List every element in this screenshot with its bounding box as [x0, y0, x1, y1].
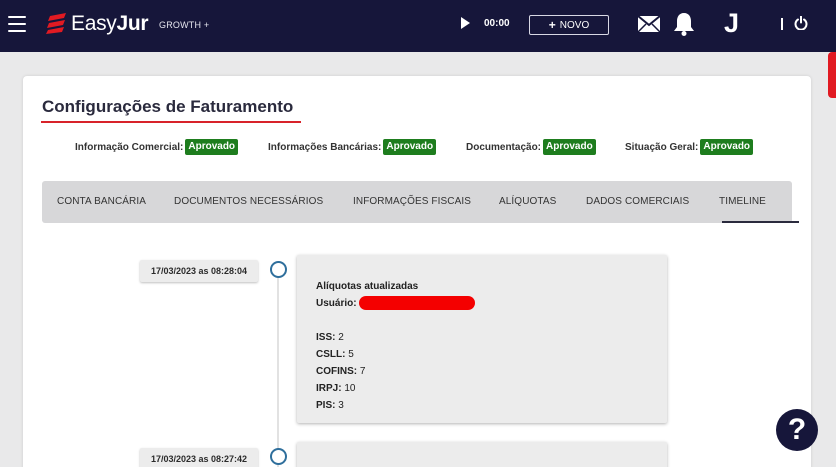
status-overall: Situação Geral: Aprovado — [625, 137, 754, 157]
timeline-timestamp: 17/03/2023 as 08:27:42 — [140, 448, 258, 467]
timeline-line — [277, 275, 279, 467]
side-feedback-tab[interactable] — [828, 52, 836, 98]
event-item: ISS: 2 — [316, 329, 648, 346]
status-label: Situação Geral: — [625, 141, 699, 153]
logo-icon — [46, 13, 66, 34]
user-avatar[interactable]: J — [724, 8, 739, 39]
timeline-timestamp: 17/03/2023 as 08:28:04 — [140, 260, 258, 282]
status-badge: Aprovado — [383, 139, 437, 155]
brand-bold: Jur — [116, 12, 149, 35]
item-key: CSLL: — [316, 349, 346, 360]
event-user: Usuário: — [316, 295, 648, 312]
new-button-label: NOVO — [559, 19, 590, 31]
item-key: IRPJ: — [316, 383, 342, 394]
help-button[interactable]: ? — [776, 409, 818, 451]
item-key: PIS: — [316, 400, 336, 411]
tab-required-documents[interactable]: DOCUMENTOS NECESSÁRIOS — [174, 196, 323, 207]
status-label: Documentação: — [466, 141, 542, 153]
brand-light: Easy — [71, 12, 117, 35]
event-user-label: Usuário: — [316, 298, 357, 309]
event-item: COFINS: 7 — [316, 363, 648, 380]
timeline-dot — [270, 261, 287, 278]
event-title: Alíquotas atualizadas — [316, 278, 648, 295]
tab-bank-account[interactable]: CONTA BANCÁRIA — [57, 196, 146, 207]
play-icon[interactable] — [460, 17, 470, 29]
divider — [781, 18, 783, 30]
brand-logo: EasyJur — [71, 12, 149, 36]
timeline-dot — [270, 448, 287, 465]
timer-display: 00:00 — [484, 18, 510, 29]
menu-icon[interactable] — [8, 16, 26, 32]
status-documentation: Documentação: Aprovado — [466, 137, 596, 157]
event-title-text: Alíquotas atualizadas — [316, 281, 419, 292]
status-badge: Aprovado — [185, 139, 239, 155]
timeline-event: Alíquotas atualizadas Usuário: ISS: 2 CS… — [297, 255, 667, 423]
item-value: 2 — [338, 332, 344, 343]
redacted-user — [358, 296, 475, 311]
active-tab-indicator — [722, 221, 799, 223]
event-item: PIS: 3 — [316, 397, 648, 414]
status-badge: Aprovado — [543, 139, 596, 155]
settings-tabs: CONTA BANCÁRIA DOCUMENTOS NECESSÁRIOS IN… — [42, 181, 799, 223]
item-key: COFINS: — [316, 366, 358, 377]
plus-icon: + — [548, 18, 556, 32]
tab-tax-information[interactable]: INFORMAÇÕES FISCAIS — [353, 196, 471, 207]
item-value: 10 — [344, 383, 356, 394]
status-badge: Aprovado — [700, 139, 754, 155]
page-title: Configurações de Faturamento — [42, 97, 294, 116]
plan-label: GROWTH + — [159, 20, 210, 30]
mail-icon[interactable] — [638, 16, 660, 32]
item-value: 5 — [348, 349, 354, 360]
power-icon[interactable] — [794, 16, 808, 30]
status-bank-info: Informações Bancárias: Aprovado — [268, 137, 437, 157]
event-item: IRPJ: 10 — [316, 380, 648, 397]
new-button[interactable]: + NOVO — [529, 15, 609, 35]
bell-icon[interactable] — [674, 12, 694, 36]
item-value: 3 — [338, 400, 344, 411]
title-underline — [41, 121, 301, 123]
item-key: ISS: — [316, 332, 336, 343]
status-label: Informação Comercial: — [75, 141, 184, 153]
timeline-event — [297, 442, 667, 467]
status-commercial-info: Informação Comercial: Aprovado — [75, 137, 239, 157]
event-item: CSLL: 5 — [316, 346, 648, 363]
status-label: Informações Bancárias: — [268, 141, 382, 153]
tab-commercial-data[interactable]: DADOS COMERCIAIS — [586, 196, 689, 207]
item-value: 7 — [359, 366, 366, 377]
tab-timeline[interactable]: TIMELINE — [719, 196, 766, 207]
top-bar: EasyJur GROWTH + 00:00 + NOVO J — [0, 0, 836, 52]
tab-tax-rates[interactable]: ALÍQUOTAS — [499, 196, 556, 207]
